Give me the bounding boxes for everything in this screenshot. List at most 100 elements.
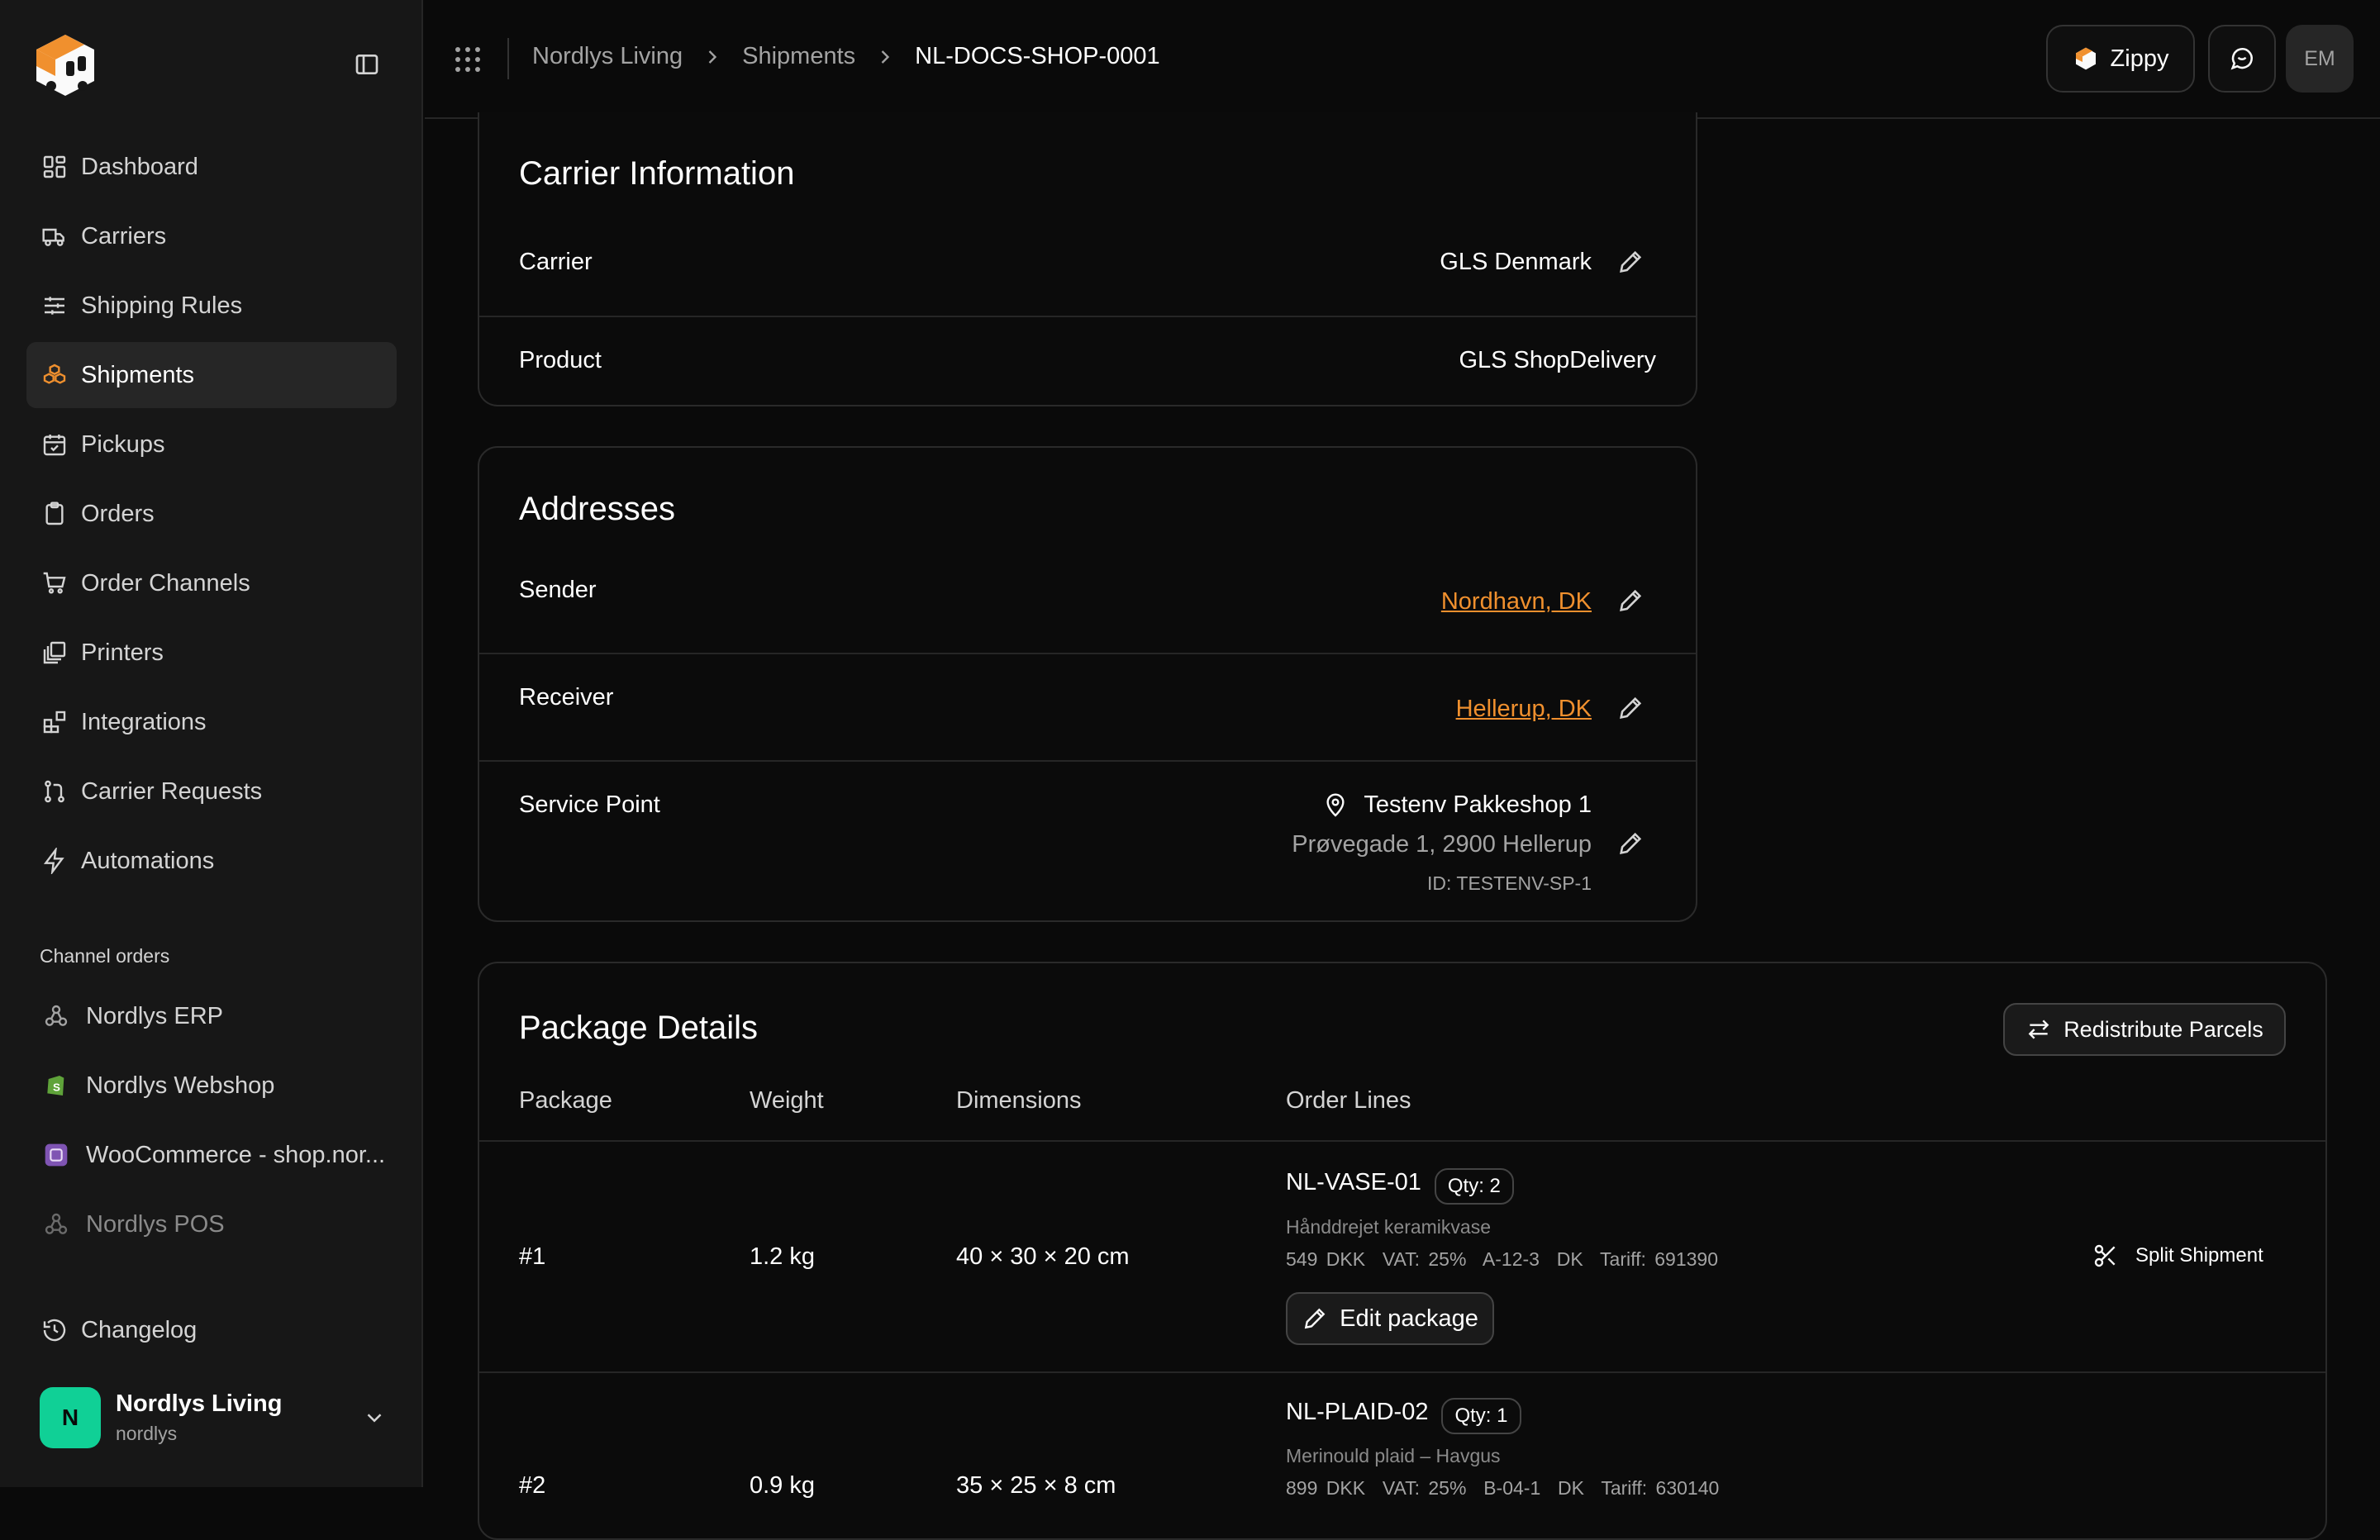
chat-button[interactable] [2208,25,2276,93]
zippy-logo-icon [2075,47,2096,70]
sliders-icon [45,297,64,315]
sidebar-item-label: Shipping Rules [81,292,243,319]
service-point-row: Service Point Testenv Pakkeshop 1 Prøveg… [479,760,1696,922]
webhook-icon [45,1213,68,1234]
product-label: Product [519,347,602,373]
sidebar-item-order-channels[interactable]: Order Channels [26,550,397,616]
sidebar-item-shipments[interactable]: Shipments [26,342,397,408]
channel-orders-heading: Channel orders [40,945,170,967]
sidebar-item-label: Pickups [81,430,165,458]
cart-icon [43,572,66,594]
sidebar-item-automations[interactable]: Automations [26,828,397,894]
divider [479,1140,2325,1142]
order-line: NL-VASE-01 Qty: 2 [1286,1168,1514,1205]
channel-item-label: WooCommerce - shop.nor... [86,1141,386,1168]
sidebar-item-carrier-requests[interactable]: Carrier Requests [26,758,397,825]
edit-service-point-pencil-icon[interactable] [1616,829,1645,858]
split-shipment-button[interactable]: Split Shipment [2092,1243,2263,1269]
channel-item-nordlys-erp[interactable]: Nordlys ERP [26,983,397,1049]
calendar-check-icon [43,435,66,456]
breadcrumb-item-current: NL-DOCS-SHOP-0001 [915,43,1160,69]
sidebar-item-dashboard[interactable]: Dashboard [26,134,397,200]
package-dimensions: 40 × 30 × 20 cm [956,1243,1130,1270]
service-point-name-wrap: Testenv Pakkeshop 1 [1322,791,1592,819]
truck-icon [42,228,64,246]
channel-item-label: Nordlys POS [86,1210,225,1238]
edit-package-button[interactable]: Edit package [1286,1292,1494,1345]
card-title: Package Details [519,1010,759,1046]
qty-badge: Qty: 2 [1434,1168,1514,1205]
channel-list: Nordlys ERP S Nordlys Webshop WooCommerc… [26,983,397,1261]
order-line: NL-PLAID-02 Qty: 1 [1286,1398,1521,1434]
blocks-icon [43,711,66,734]
edit-carrier-pencil-icon[interactable] [1616,248,1645,276]
order-line-sku: NL-VASE-01 [1286,1169,1421,1196]
divider [507,38,509,79]
woocommerce-icon [45,1143,68,1167]
carrier-information-card: Carrier Information Carrier GLS Denmark … [478,112,1697,406]
chat-icon [2230,48,2253,70]
sidebar-item-changelog[interactable]: Changelog [26,1297,397,1363]
pencil-icon [1304,1308,1326,1329]
breadcrumb-item-shipments[interactable]: Shipments [742,43,855,70]
sidebar-item-orders[interactable]: Orders [26,481,397,547]
sidebar: Dashboard Carriers Shipping Rules Shipme… [0,0,423,1487]
sidebar-item-label: Carrier Requests [81,777,263,805]
carrier-value: GLS Denmark [1440,249,1592,275]
chevron-right-icon [708,50,717,64]
app-logo-icon[interactable] [28,28,102,102]
channel-item-nordlys-pos[interactable]: Nordlys POS [26,1191,397,1257]
sidebar-item-pickups[interactable]: Pickups [26,411,397,478]
receiver-label: Receiver [519,684,614,711]
addresses-card: Addresses Sender Nordhavn, DK Receiver H… [478,446,1697,922]
sidebar-item-label: Orders [81,500,155,527]
boxes-icon [43,364,66,384]
account-switcher[interactable]: N Nordlys Living nordlys [40,1386,387,1449]
split-shipment-label: Split Shipment [2135,1244,2263,1267]
svg-text:S: S [53,1081,60,1094]
product-row: Product GLS ShopDelivery [479,316,1696,405]
sidebar-item-printers[interactable]: Printers [26,620,397,686]
webhook-icon [45,1005,68,1026]
receiver-address-link[interactable]: Hellerup, DK [1456,696,1592,723]
package-id: #2 [519,1472,546,1499]
breadcrumb-item-org[interactable]: Nordlys Living [532,43,683,70]
redistribute-parcels-button[interactable]: Redistribute Parcels [2003,1003,2286,1056]
channel-item-woocommerce[interactable]: WooCommerce - shop.nor... [26,1122,397,1188]
sidebar-item-label: Shipments [81,361,195,388]
sidebar-item-carriers[interactable]: Carriers [26,203,397,269]
sidebar-item-label: Integrations [81,708,207,735]
divider [479,1371,2325,1373]
sidebar-item-label: Printers [81,639,164,666]
sidebar-item-integrations[interactable]: Integrations [26,689,397,755]
sidebar-toggle-icon[interactable] [354,51,380,78]
zippy-assistant-button[interactable]: Zippy [2046,25,2195,93]
edit-sender-pencil-icon[interactable] [1616,587,1645,615]
package-id: #1 [519,1243,546,1270]
channel-item-nordlys-webshop[interactable]: S Nordlys Webshop [26,1053,397,1119]
order-line-description: Merinould plaid – Havgus [1286,1445,1501,1466]
service-point-label: Service Point [519,791,660,818]
column-header-package: Package [519,1087,612,1114]
apps-grid-icon[interactable] [453,45,483,74]
user-menu-avatar[interactable]: EM [2286,25,2354,93]
map-pin-icon [1326,792,1345,817]
main-nav: Dashboard Carriers Shipping Rules Shipme… [26,134,397,897]
account-handle: nordlys [116,1423,178,1444]
account-name: Nordlys Living [116,1390,283,1417]
zap-icon [43,848,64,874]
package-dimensions: 35 × 25 × 8 cm [956,1472,1116,1499]
redistribute-label: Redistribute Parcels [2063,1016,2263,1042]
edit-receiver-pencil-icon[interactable] [1616,694,1645,722]
order-line-meta: 899 DKK VAT: 25% B-04-1 DK Tariff: 63014… [1286,1477,1720,1499]
product-value: GLS ShopDelivery [1459,347,1656,373]
avatar: N [40,1387,101,1448]
service-point-name: Testenv Pakkeshop 1 [1364,791,1592,818]
scissors-icon [2094,1244,2116,1267]
sidebar-item-shipping-rules[interactable]: Shipping Rules [26,273,397,339]
sidebar-item-label: Order Channels [81,569,250,597]
breadcrumb: Nordlys Living Shipments NL-DOCS-SHOP-00… [532,43,1160,70]
chevron-down-icon [367,1414,382,1423]
sender-address-link[interactable]: Nordhavn, DK [1441,588,1592,616]
shopify-icon: S [47,1076,64,1096]
